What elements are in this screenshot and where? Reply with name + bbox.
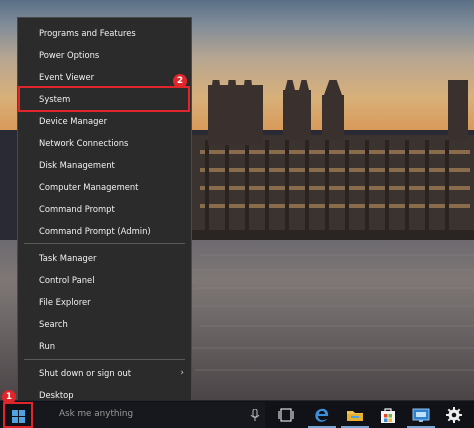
winx-context-menu: Programs and Features Power Options Even… — [17, 17, 192, 411]
settings-gear-icon[interactable] — [444, 405, 464, 425]
cortana-search-box[interactable]: Ask me anything — [35, 402, 265, 428]
menu-item-programs-and-features[interactable]: Programs and Features — [18, 22, 191, 44]
menu-item-network-connections[interactable]: Network Connections — [18, 132, 191, 154]
annotation-step-1-badge: 1 — [2, 390, 16, 404]
file-explorer-icon[interactable] — [345, 405, 365, 425]
menu-item-event-viewer[interactable]: Event Viewer — [18, 66, 191, 88]
menu-separator — [24, 243, 185, 244]
menu-item-run[interactable]: Run — [18, 335, 191, 357]
microphone-icon[interactable] — [250, 409, 260, 422]
chevron-right-icon: › — [180, 368, 184, 378]
store-icon[interactable] — [378, 405, 398, 425]
menu-separator — [24, 359, 185, 360]
menu-item-file-explorer[interactable]: File Explorer — [18, 291, 191, 313]
menu-item-shut-down-or-sign-out[interactable]: Shut down or sign out › — [18, 362, 191, 384]
menu-item-control-panel[interactable]: Control Panel — [18, 269, 191, 291]
search-placeholder: Ask me anything — [59, 409, 134, 419]
menu-item-command-prompt[interactable]: Command Prompt — [18, 198, 191, 220]
menu-item-command-prompt-admin[interactable]: Command Prompt (Admin) — [18, 220, 191, 242]
menu-item-computer-management[interactable]: Computer Management — [18, 176, 191, 198]
taskbar: 1 Ask me anything — [0, 390, 474, 428]
menu-item-disk-management[interactable]: Disk Management — [18, 154, 191, 176]
start-button[interactable] — [3, 402, 33, 428]
menu-item-label: Shut down or sign out — [39, 368, 132, 378]
annotation-highlight-system — [18, 86, 190, 112]
monitor-app-icon[interactable] — [411, 405, 431, 425]
task-view-icon[interactable] — [276, 405, 296, 425]
annotation-step-2-badge: 2 — [173, 74, 187, 88]
menu-item-device-manager[interactable]: Device Manager — [18, 110, 191, 132]
menu-item-search[interactable]: Search — [18, 313, 191, 335]
windows-logo-icon — [12, 410, 25, 423]
menu-item-power-options[interactable]: Power Options — [18, 44, 191, 66]
menu-item-task-manager[interactable]: Task Manager — [18, 247, 191, 269]
edge-icon[interactable] — [312, 405, 332, 425]
